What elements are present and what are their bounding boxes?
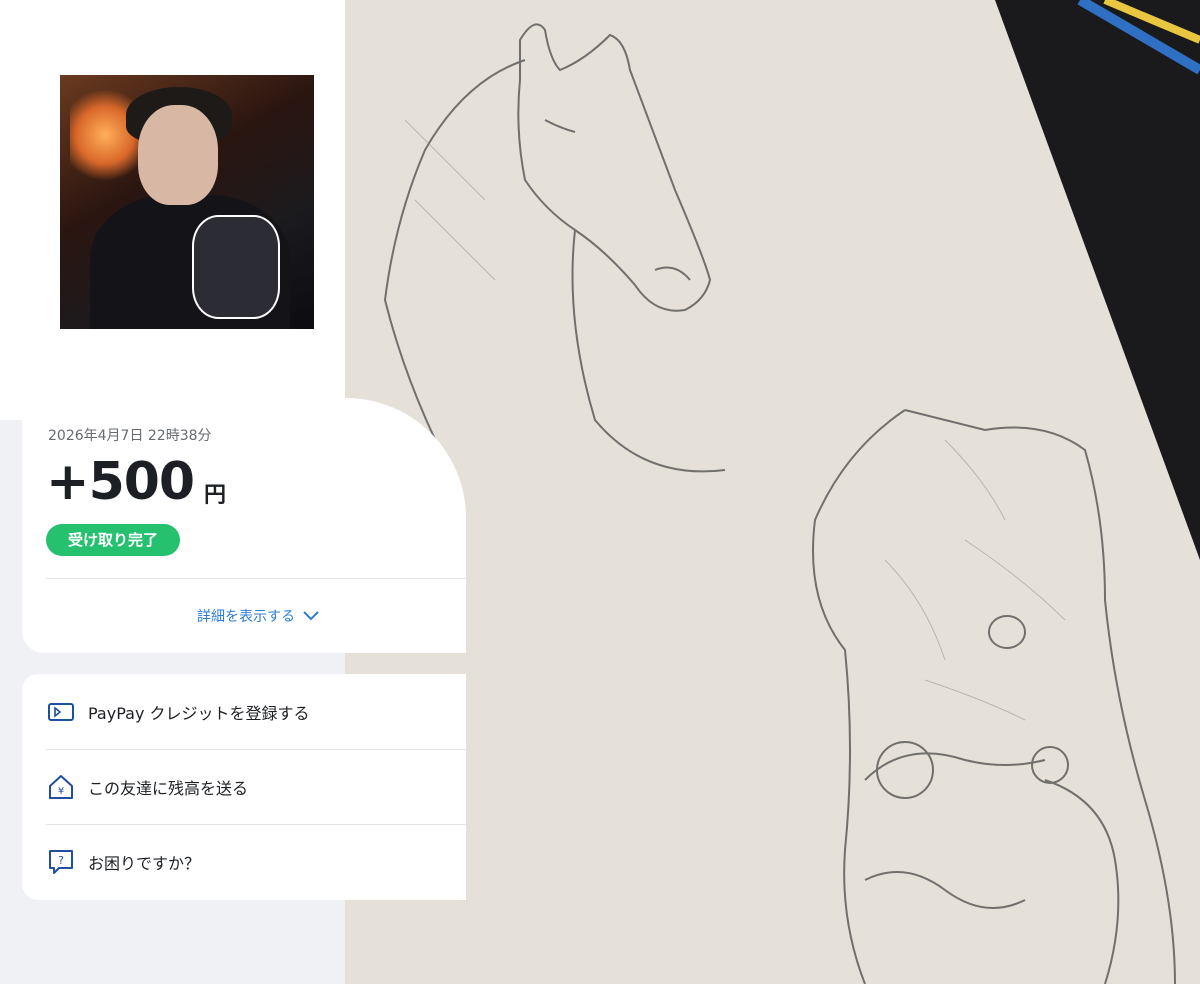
menu-item-send-balance[interactable]: ¥ この友達に残高を送る	[46, 750, 466, 824]
svg-text:¥: ¥	[58, 786, 64, 797]
avatar-face	[138, 105, 218, 205]
horse-sketch-drawing	[345, 0, 1200, 984]
menu-item-label: この友達に残高を送る	[88, 779, 249, 798]
avatar-sticker	[192, 215, 280, 319]
horse-sketch-photo	[345, 0, 1200, 984]
send-balance-icon: ¥	[46, 772, 76, 802]
show-details-link[interactable]: 詳細を表示する	[197, 606, 319, 626]
menu-item-label: お困りですか？	[88, 854, 201, 873]
status-badge: 受け取り完了	[46, 524, 181, 556]
currency-unit: 円	[204, 483, 227, 508]
transaction-amount: +500	[46, 452, 195, 512]
svg-text:?: ?	[58, 854, 64, 867]
divider	[46, 578, 466, 579]
transaction-datetime: 2026年4月7日 22時38分	[48, 428, 212, 444]
show-details-label: 詳細を表示する	[197, 609, 295, 625]
credit-card-icon	[46, 697, 76, 727]
menu-item-help[interactable]: ? お困りですか？	[46, 825, 466, 899]
user-avatar[interactable]	[60, 75, 314, 329]
menu-item-register-credit[interactable]: PayPay クレジットを登録する	[46, 675, 466, 749]
chevron-down-icon	[303, 611, 319, 621]
help-icon: ?	[46, 847, 76, 877]
menu-item-label: PayPay クレジットを登録する	[88, 704, 310, 723]
